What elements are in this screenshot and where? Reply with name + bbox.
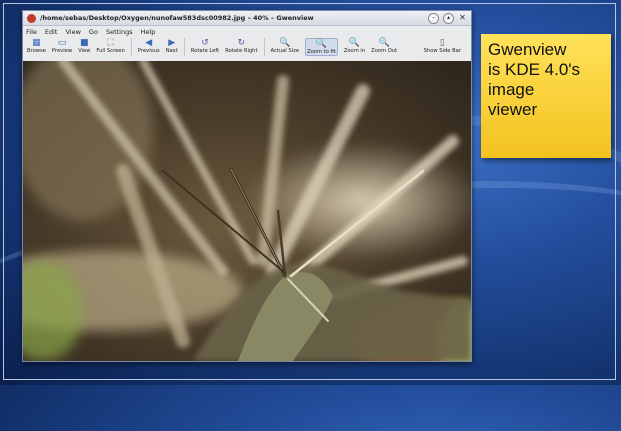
gwenview-window: /home/sebas/Desktop/Oxygen/nunofaw583dsc… [22,10,472,362]
image-view[interactable] [23,61,471,361]
zoom-out-icon: 🔍 [378,37,390,48]
zoom-in-icon: 🔍 [348,37,361,48]
rotate-right-icon: ↻ [237,37,246,48]
caption-note: Gwenview is KDE 4.0's image viewer [481,34,611,158]
fullscreen-icon: ⛶ [107,37,114,48]
menu-file[interactable]: File [26,28,37,36]
preview-icon: ▭ [57,37,67,48]
magnifier-icon: 🔍 [279,37,291,48]
caption-text: Gwenview is KDE 4.0's image viewer [488,40,606,120]
menu-settings[interactable]: Settings [106,28,133,36]
view-icon: ■ [79,37,89,48]
menu-view[interactable]: View [65,28,80,36]
close-icon[interactable]: ✕ [458,13,467,23]
zoom-to-fit-button[interactable]: 🔍 Zoom to fit [305,38,338,56]
previous-button[interactable]: ◀ Previous [138,37,160,55]
fullscreen-button[interactable]: ⛶ Full Screen [96,37,124,55]
caption-line: viewer [488,100,538,119]
caption-line: is KDE 4.0's [488,60,581,79]
menu-bar: File Edit View Go Settings Help [23,26,471,37]
toolbar-separator [183,38,185,56]
zoom-fit-icon: 🔍 [315,38,328,49]
next-button[interactable]: ▶ Next [166,37,178,55]
show-sidebar-button[interactable]: ▯ Show Side Bar [424,37,461,55]
menu-help[interactable]: Help [141,28,156,36]
menu-edit[interactable]: Edit [45,28,58,36]
toolbar-separator [130,38,132,56]
maximize-icon[interactable]: ▴ [443,12,454,24]
title-bar[interactable]: /home/sebas/Desktop/Oxygen/nunofaw583dsc… [23,11,471,26]
rotate-right-button[interactable]: ↻ Rotate Right [225,37,257,55]
caption-line: Gwenview [488,40,567,59]
window-title: /home/sebas/Desktop/Oxygen/nunofaw583dsc… [40,14,314,22]
arrow-right-icon: ▶ [168,37,176,48]
zoom-in-button[interactable]: 🔍 Zoom in [344,37,365,55]
browse-button[interactable]: ▦ Browse [27,37,46,55]
preview-button[interactable]: ▭ Preview [52,37,72,55]
toolbar-separator [263,38,265,56]
main-toolbar: ▦ Browse ▭ Preview ■ View ⛶ Full Screen … [23,37,471,63]
view-button[interactable]: ■ View [78,37,90,55]
rotate-left-icon: ↺ [201,37,209,48]
arrow-left-icon: ◀ [145,37,153,48]
sidebar-icon: ▯ [439,37,445,48]
actual-size-button[interactable]: 🔍 Actual Size [271,37,300,55]
zoom-out-button[interactable]: 🔍 Zoom Out [371,37,397,55]
menu-go[interactable]: Go [89,28,98,36]
cactus-photo [23,61,471,361]
minimize-icon[interactable]: – [428,12,439,24]
gwenview-app-icon[interactable] [27,13,36,23]
browse-icon: ▦ [32,37,41,48]
caption-line: image [488,80,535,99]
rotate-left-button[interactable]: ↺ Rotate Left [191,37,219,55]
